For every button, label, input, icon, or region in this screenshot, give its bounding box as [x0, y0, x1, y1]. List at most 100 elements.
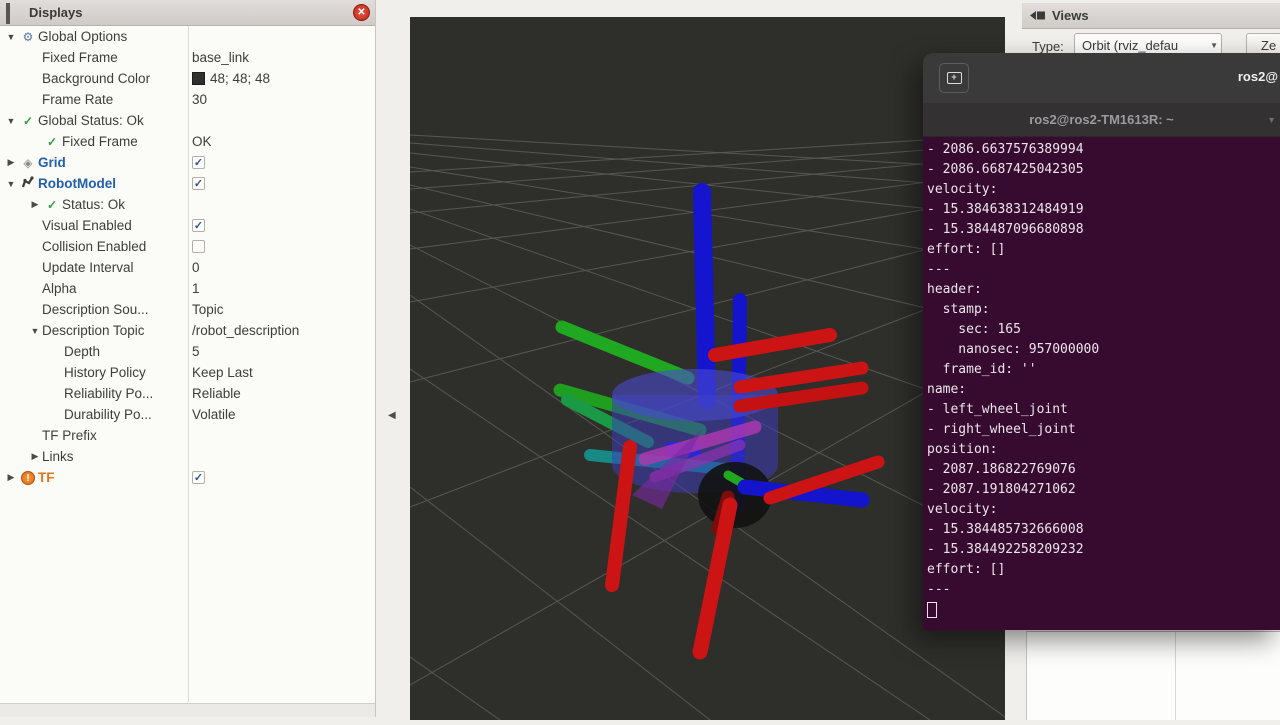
tree-row-value[interactable]: ✓: [192, 173, 205, 194]
checkbox[interactable]: [192, 240, 205, 253]
tree-row-tf-prefix[interactable]: TF Prefix: [0, 425, 375, 446]
tree-row-value[interactable]: ✓: [192, 215, 205, 236]
tree-row-alpha[interactable]: Alpha1: [0, 278, 375, 299]
color-swatch[interactable]: [192, 72, 205, 85]
tree-row-global-status-ok[interactable]: ▼✓Global Status: Ok: [0, 110, 375, 131]
robot-icon: [18, 175, 38, 192]
tree-row-depth[interactable]: Depth5: [0, 341, 375, 362]
expand-arrow-icon[interactable]: ▼: [28, 326, 42, 336]
tree-row-global-options[interactable]: ▼⚙Global Options: [0, 26, 375, 47]
terminal-line: velocity:: [927, 500, 1280, 520]
terminal-line: - 2087.191804271062: [927, 480, 1280, 500]
checkbox[interactable]: ✓: [192, 156, 205, 169]
tree-row-label: TF: [38, 470, 55, 485]
terminal-tabbar[interactable]: ros2@ros2-TM1613R: ~ ▼: [923, 103, 1280, 137]
camera-icon: [1030, 10, 1046, 21]
tree-row-update-interval[interactable]: Update Interval 0: [0, 257, 375, 278]
expand-arrow-icon[interactable]: ▶: [4, 157, 18, 168]
tree-row-history-policy[interactable]: History PolicyKeep Last: [0, 362, 375, 383]
tree-row-value[interactable]: [192, 236, 205, 257]
views-panel-title: Views: [1052, 8, 1089, 23]
displays-panel-header[interactable]: Displays ✕: [0, 0, 375, 26]
tree-row-label: Fixed Frame: [42, 50, 118, 65]
checkbox[interactable]: ✓: [192, 177, 205, 190]
tree-row-label: Update Interval: [42, 260, 134, 275]
terminal-output[interactable]: - 2086.6637576389994- 2086.6687425042305…: [923, 137, 1280, 630]
tree-row-label: Collision Enabled: [42, 239, 146, 254]
tree-row-durability-po-[interactable]: Durability Po...Volatile: [0, 404, 375, 425]
tree-row-tf[interactable]: ▶!TF✓: [0, 467, 375, 488]
view-type-label: Type:: [1032, 39, 1064, 54]
tree-row-label: Fixed Frame: [62, 134, 138, 149]
tree-row-label: Background Color: [42, 71, 150, 86]
chassis-top: [612, 369, 778, 421]
tree-row-value[interactable]: ✓: [192, 152, 205, 173]
tree-row-label: Status: Ok: [62, 197, 125, 212]
close-icon[interactable]: ✕: [353, 4, 370, 21]
tree-row-label: Links: [42, 449, 74, 464]
expand-arrow-icon[interactable]: ▶: [28, 199, 42, 210]
terminal-window: + ros2@ ros2@ros2-TM1613R: ~ ▼ - 2086.66…: [923, 53, 1280, 630]
tree-row-value: 1: [192, 278, 200, 299]
tree-row-value: 0: [192, 257, 200, 278]
views-panel-header[interactable]: Views: [1022, 3, 1280, 29]
render-viewport[interactable]: [410, 17, 1005, 720]
terminal-window-title: ros2@: [1238, 69, 1278, 84]
gear-icon: ⚙: [18, 30, 38, 44]
terminal-line: - 15.384638312484919: [927, 200, 1280, 220]
displays-tree: ▼⚙Global OptionsFixed Framebase_linkBack…: [0, 26, 375, 702]
tree-row-value: 30: [192, 89, 207, 110]
panel-collapse-handle[interactable]: ◀: [388, 410, 396, 421]
terminal-titlebar[interactable]: + ros2@: [923, 53, 1280, 103]
tree-row-label: Reliability Po...: [64, 386, 153, 401]
tree-row-grid[interactable]: ▶◈Grid ✓: [0, 152, 375, 173]
tree-row-fixed-frame[interactable]: ✓Fixed Frame OK: [0, 131, 375, 152]
expand-arrow-icon[interactable]: ▼: [4, 179, 18, 189]
tree-row-visual-enabled[interactable]: Visual Enabled✓: [0, 215, 375, 236]
tree-row-links[interactable]: ▶Links: [0, 446, 375, 467]
terminal-cursor: [927, 602, 937, 618]
robot-model: [560, 192, 878, 652]
terminal-line: - 15.384492258209232: [927, 540, 1280, 560]
views-list-area[interactable]: [1026, 631, 1280, 720]
tree-row-value: Keep Last: [192, 362, 253, 383]
check-icon: ✓: [42, 135, 62, 149]
terminal-line: sec: 165: [927, 320, 1280, 340]
zero-button-label: Ze: [1261, 38, 1276, 53]
view-type-value: Orbit (rviz_defau: [1082, 38, 1178, 53]
new-tab-button[interactable]: +: [939, 63, 969, 93]
tree-row-description-topic[interactable]: ▼Description Topic/robot_description: [0, 320, 375, 341]
tree-row-status-ok[interactable]: ▶✓Status: Ok: [0, 194, 375, 215]
expand-arrow-icon[interactable]: ▼: [4, 32, 18, 42]
expand-arrow-icon[interactable]: ▼: [4, 116, 18, 126]
tree-row-label: Grid: [38, 155, 66, 170]
scene-svg: [410, 17, 1005, 720]
checkbox[interactable]: ✓: [192, 219, 205, 232]
tree-row-label: Frame Rate: [42, 92, 113, 107]
chevron-down-icon: ▼: [1210, 41, 1218, 50]
tree-row-value[interactable]: ✓: [192, 467, 205, 488]
tree-row-collision-enabled[interactable]: Collision Enabled: [0, 236, 375, 257]
displays-icon: [6, 5, 23, 20]
tree-row-frame-rate[interactable]: Frame Rate 30: [0, 89, 375, 110]
grid-icon: ◈: [18, 156, 38, 170]
displays-panel-footer: [0, 703, 375, 717]
tree-row-fixed-frame[interactable]: Fixed Framebase_link: [0, 47, 375, 68]
terminal-line: effort: []: [927, 560, 1280, 580]
tree-row-background-color[interactable]: Background Color48; 48; 48: [0, 68, 375, 89]
tree-row-label: Global Options: [38, 29, 127, 44]
terminal-line: - 2086.6687425042305: [927, 160, 1280, 180]
tree-row-description-sou-[interactable]: Description Sou...Topic: [0, 299, 375, 320]
expand-arrow-icon[interactable]: ▶: [4, 472, 18, 483]
tree-row-reliability-po-[interactable]: Reliability Po... Reliable: [0, 383, 375, 404]
terminal-line: - 15.384485732666008: [927, 520, 1280, 540]
tree-row-value: OK: [192, 131, 212, 152]
tab-chevron-down-icon: ▼: [1267, 115, 1276, 125]
terminal-line: - 15.384487096680898: [927, 220, 1280, 240]
tree-row-robotmodel[interactable]: ▼RobotModel✓: [0, 173, 375, 194]
tree-row-value: Reliable: [192, 383, 241, 404]
new-tab-icon: +: [947, 72, 962, 84]
checkbox[interactable]: ✓: [192, 471, 205, 484]
expand-arrow-icon[interactable]: ▶: [28, 451, 42, 462]
terminal-line: stamp:: [927, 300, 1280, 320]
